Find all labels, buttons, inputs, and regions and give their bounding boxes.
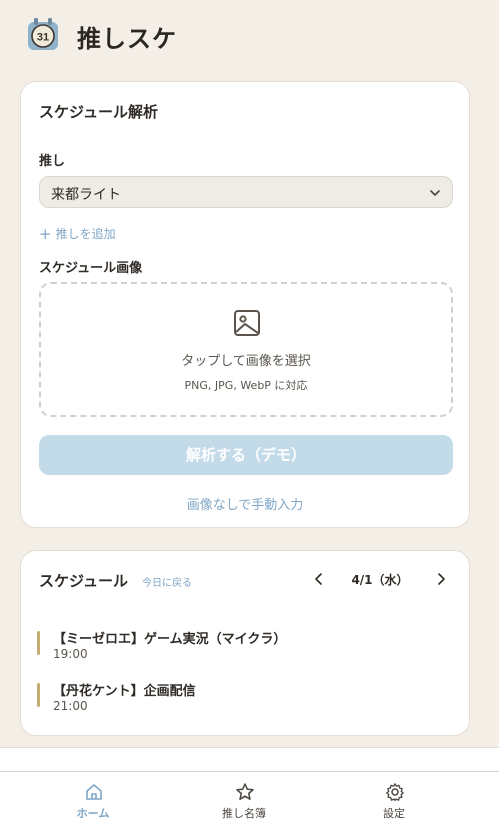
event-time: 19:00 — [53, 647, 88, 661]
dropzone-main-text: タップして画像を選択 — [181, 354, 311, 369]
analysis-card-title: スケジュール解析 — [39, 103, 158, 121]
event-time: 21:00 — [53, 699, 88, 713]
event-title: 【ミーゼロエ】ゲーム実況（マイクラ） — [53, 632, 287, 647]
tab-oshi-list-label: 推し名簿 — [222, 807, 266, 820]
schedule-card: スケジュール 今日に戻る 4/1（水） 【ミーゼロエ】ゲーム実況（マイクラ） 1… — [20, 550, 470, 736]
manual-input-link[interactable]: 画像なしで手動入力 — [21, 494, 469, 513]
current-date: 4/1（水） — [351, 573, 409, 587]
schedule-event[interactable]: 【ミーゼロエ】ゲーム実況（マイクラ） 19:00 — [37, 628, 457, 668]
oshi-select[interactable]: 来都ライト — [39, 176, 453, 208]
tab-settings-label: 設定 — [383, 807, 405, 820]
bottom-spacer — [0, 747, 499, 771]
schedule-event[interactable]: 【丹花ケント】企画配信 21:00 — [37, 680, 457, 720]
add-oshi-label: 推しを追加 — [55, 227, 116, 241]
schedule-title: スケジュール — [39, 572, 128, 590]
bottom-tab-bar: ホーム 推し名簿 設定 — [0, 771, 499, 823]
oshi-select-value: 来都ライト — [51, 187, 121, 203]
image-dropzone[interactable]: タップして画像を選択 PNG, JPG, WebP に対応 — [39, 282, 453, 417]
tab-oshi-list[interactable]: 推し名簿 — [161, 772, 327, 823]
tab-home[interactable]: ホーム — [10, 772, 176, 823]
chevron-down-icon — [430, 190, 440, 196]
add-oshi-link[interactable]: + 推しを追加 — [39, 224, 116, 243]
star-icon — [236, 783, 254, 800]
analyze-button[interactable]: 解析する（デモ） — [39, 435, 453, 475]
app-header: 31 推しスケ — [0, 0, 499, 70]
plus-icon: + — [39, 225, 52, 243]
home-icon — [86, 784, 102, 800]
schedule-analysis-card: スケジュール解析 推し 来都ライト + 推しを追加 スケジュール画像 タップして画… — [20, 81, 470, 528]
image-icon — [234, 310, 260, 336]
event-title: 【丹花ケント】企画配信 — [53, 684, 196, 699]
app-title: 推しスケ — [77, 25, 177, 53]
tab-home-label: ホーム — [76, 807, 110, 820]
today-link[interactable]: 今日に戻る — [142, 574, 192, 589]
chevron-left-icon[interactable] — [311, 571, 327, 587]
event-color-bar — [37, 683, 40, 707]
oshi-label: 推し — [39, 154, 66, 169]
event-color-bar — [37, 631, 40, 655]
chevron-right-icon[interactable] — [433, 571, 449, 587]
logo-text: 31 — [37, 32, 49, 44]
schedule-image-label: スケジュール画像 — [39, 261, 143, 276]
tab-settings[interactable]: 設定 — [311, 772, 477, 823]
dropzone-sub-text: PNG, JPG, WebP に対応 — [184, 379, 308, 392]
gear-icon — [386, 783, 404, 802]
calendar-logo-icon: 31 — [28, 18, 58, 50]
